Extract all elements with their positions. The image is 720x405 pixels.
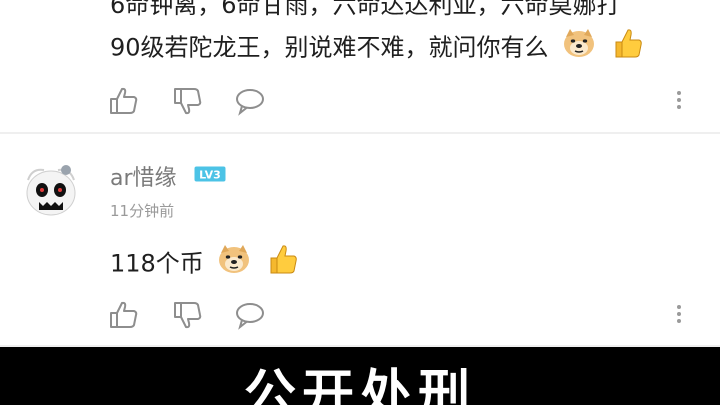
- thumbs-up-emoji-icon: [610, 26, 644, 71]
- thumbs-up-emoji-icon: [265, 242, 299, 287]
- comment-text-content: 118个币: [110, 249, 204, 278]
- username[interactable]: ar惜缘: [110, 160, 177, 192]
- comment-text-line: 6命钟离，6命甘雨，六命达达利亚，六命莫娜打: [110, 0, 621, 19]
- comment-text-line: 118个币: [110, 242, 299, 287]
- more-icon[interactable]: [674, 88, 684, 114]
- comment-actions: [108, 300, 708, 330]
- timestamp: 11分钟前: [110, 202, 175, 220]
- caption-text: 公开处刑: [243, 365, 476, 405]
- avatar[interactable]: [22, 160, 80, 218]
- divider: [0, 132, 720, 134]
- level-text: LV3: [199, 169, 221, 182]
- dislike-icon[interactable]: [172, 300, 204, 330]
- comment-actions: [108, 86, 708, 116]
- doge-emoji-icon: [562, 27, 596, 70]
- more-icon[interactable]: [674, 302, 684, 328]
- caption-banner: 公开处刑: [0, 347, 720, 405]
- comment-text-content: 90级若陀龙王，别说难不难，就问你有么: [110, 33, 549, 62]
- level-badge: LV3: [194, 166, 226, 182]
- reply-icon[interactable]: [234, 300, 266, 330]
- comment-text-line: 90级若陀龙王，别说难不难，就问你有么: [110, 26, 644, 71]
- reply-icon[interactable]: [234, 86, 266, 116]
- like-icon[interactable]: [108, 86, 140, 116]
- doge-emoji-icon: [217, 243, 251, 286]
- like-icon[interactable]: [108, 300, 140, 330]
- dislike-icon[interactable]: [172, 86, 204, 116]
